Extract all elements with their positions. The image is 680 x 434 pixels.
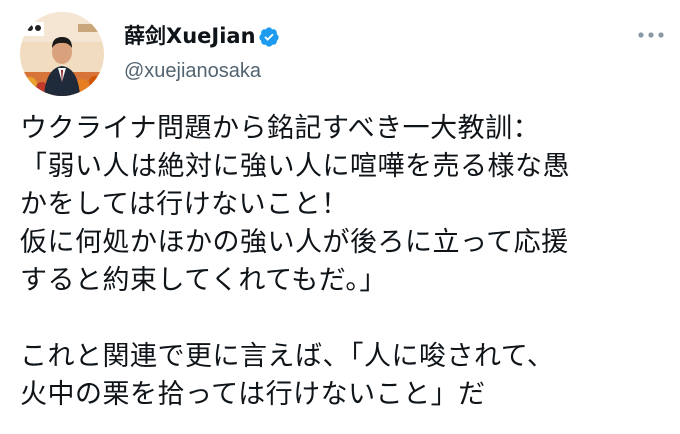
verified-badge-icon: [259, 27, 279, 47]
tweet-text-line: ウクライナ問題から銘記すべき一大教訓：: [20, 113, 541, 144]
tweet-text-line: 仮に何処かほかの強い人が後ろに立って応援: [20, 227, 569, 258]
avatar[interactable]: [20, 12, 104, 96]
author-display-name[interactable]: 薛剑XueJian: [124, 22, 256, 50]
more-options-icon[interactable]: [636, 26, 666, 44]
tweet-text-line: これと関連で更に言えば、「人に唆されて、: [20, 341, 555, 372]
author-handle[interactable]: @xuejianosaka: [124, 58, 261, 84]
tweet-text-line: 「弱い人は絶対に強い人に喧嘩を売る様な愚: [20, 151, 570, 182]
tweet: 薛剑XueJian @xuejianosaka ウクライナ問題から銘記すべき一大…: [0, 0, 680, 434]
tweet-text-line: 火中の栗を拾っては行けないこと」だ: [20, 379, 486, 410]
tweet-text: ウクライナ問題から銘記すべき一大教訓： 「弱い人は絶対に強い人に喧嘩を売る様な愚…: [20, 110, 670, 414]
tweet-text-line: かをしては行けないこと！: [20, 189, 349, 220]
tweet-text-line: すると約束してくれてもだ。」: [20, 265, 387, 296]
